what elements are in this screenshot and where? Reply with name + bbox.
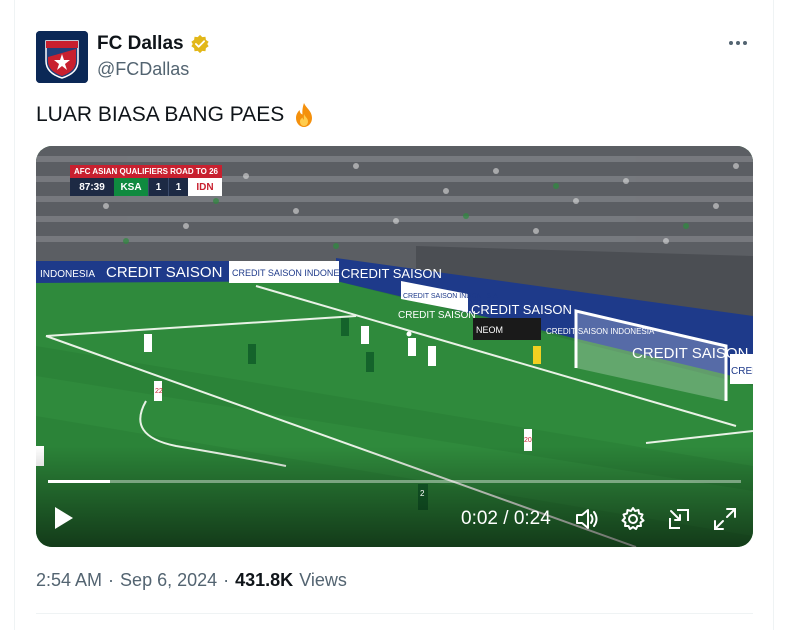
volume-icon[interactable]: [574, 506, 600, 532]
verified-badge-icon: [190, 34, 209, 54]
competition-label: AFC ASIAN QUALIFIERS: [74, 167, 168, 176]
tweet-date[interactable]: Sep 6, 2024: [120, 570, 217, 591]
ad-board-text: CREDIT SAISON INDONESIA: [403, 293, 498, 300]
home-score: 1: [148, 178, 168, 196]
views-label[interactable]: Views: [299, 570, 347, 591]
scorebug: AFC ASIAN QUALIFIERS ROAD TO 26 87:39 KS…: [70, 165, 222, 196]
tweet-text-content: LUAR BIASA BANG PAES: [36, 103, 285, 126]
ad-board-text: NEOM: [476, 325, 503, 335]
ad-board-text: CREDIT SAISON INDONESIA: [546, 327, 655, 336]
away-score: 1: [168, 178, 188, 196]
fullscreen-icon[interactable]: [712, 506, 738, 532]
ad-board-text: CREDIT SAISON INDONESIA: [232, 268, 354, 278]
video-frame: INDONESIA CREDIT SAISON CREDIT SAISON IN…: [36, 146, 753, 547]
video-progress-fill: [48, 480, 111, 483]
home-team: KSA: [114, 178, 148, 196]
divider: [36, 613, 753, 614]
tweet-text: LUAR BIASA BANG PAES: [36, 102, 316, 128]
author-name-text[interactable]: FC Dallas: [97, 33, 184, 55]
settings-icon[interactable]: [620, 506, 646, 532]
meta-separator: ·: [108, 570, 115, 590]
tweet-meta: 2:54 AM · Sep 6, 2024 · 431.8K Views: [36, 570, 347, 591]
pip-icon[interactable]: [666, 506, 692, 532]
meta-separator: ·: [223, 570, 230, 590]
video-player[interactable]: INDONESIA CREDIT SAISON CREDIT SAISON IN…: [36, 146, 753, 547]
ad-board-text: CREDIT SAISON: [398, 310, 476, 321]
avatar[interactable]: [36, 31, 88, 83]
fire-emoji-icon: [296, 103, 313, 127]
play-icon[interactable]: [52, 504, 76, 532]
video-progress-bar[interactable]: [48, 480, 741, 483]
video-time-readout: 0:02 / 0:24: [461, 508, 551, 529]
tweet-time[interactable]: 2:54 AM: [36, 570, 102, 591]
fc-dallas-logo-icon: [36, 31, 88, 83]
ad-board-text: CREDIT SAISON: [471, 302, 572, 317]
author-name[interactable]: FC Dallas: [97, 33, 210, 55]
video-controls: 0:02 / 0:24: [36, 496, 753, 540]
ad-board-text: INDONESIA: [40, 269, 95, 280]
views-count[interactable]: 431.8K: [235, 570, 293, 591]
tweet-card: FC Dallas @FCDallas LUAR BIASA BANG PAES: [14, 0, 774, 630]
player-number: 20: [524, 437, 532, 444]
match-clock: 87:39: [70, 178, 114, 196]
ad-board-text: CREDIT SAISON: [341, 266, 442, 281]
scorebug-header: AFC ASIAN QUALIFIERS ROAD TO 26: [70, 165, 222, 178]
author-handle[interactable]: @FCDallas: [97, 59, 189, 80]
ad-board-text: CREDIT SAISON: [106, 264, 222, 281]
away-team: IDN: [188, 178, 222, 196]
round-label: ROAD TO 26: [170, 167, 218, 176]
ad-board-text: CREDI: [731, 366, 753, 377]
more-options-icon[interactable]: [723, 30, 753, 56]
player-number: 22: [155, 388, 163, 395]
scorebug-score-row: 87:39 KSA 1 1 IDN: [70, 178, 222, 196]
